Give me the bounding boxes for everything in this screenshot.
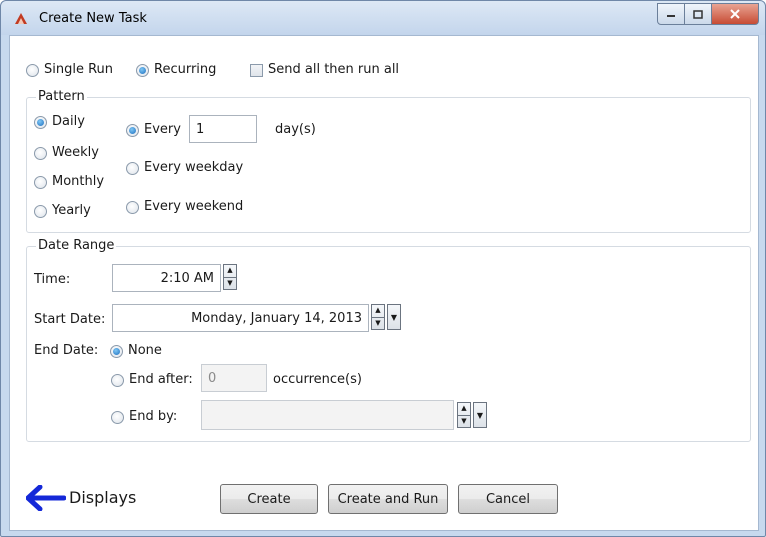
time-spinner[interactable]: ▲ ▼ — [223, 264, 237, 290]
every-weekend-radio[interactable] — [126, 201, 139, 214]
back-to-displays-link[interactable]: Displays — [26, 482, 156, 514]
app-logo-icon — [15, 13, 27, 24]
end-date-label: End Date: — [34, 343, 99, 358]
start-date-label: Start Date: — [34, 312, 106, 327]
spin-up-icon[interactable]: ▲ — [458, 403, 470, 416]
daily-radio[interactable] — [34, 116, 47, 129]
weekly-label: Weekly — [52, 145, 99, 160]
chevron-down-icon: ▼ — [476, 410, 484, 420]
spin-down-icon[interactable]: ▼ — [372, 318, 384, 330]
title-bar[interactable]: Create New Task — [1, 1, 765, 35]
spin-up-icon[interactable]: ▲ — [224, 265, 236, 278]
recurring-label: Recurring — [154, 62, 217, 77]
weekly-radio[interactable] — [34, 147, 47, 160]
send-all-label: Send all then run all — [268, 62, 400, 77]
daily-label: Daily — [52, 114, 85, 129]
end-after-value: 0 — [208, 371, 217, 386]
dialog-client-area: Single Run Recurring Send all then run a… — [9, 35, 759, 531]
cancel-button-label: Cancel — [485, 491, 531, 507]
end-none-radio[interactable] — [110, 345, 123, 358]
yearly-label: Yearly — [52, 203, 91, 218]
every-weekday-label: Every weekday — [144, 160, 244, 175]
start-date-spinner[interactable]: ▲ ▼ — [371, 304, 385, 330]
displays-label: Displays — [69, 488, 137, 507]
single-run-label: Single Run — [44, 62, 114, 77]
create-and-run-button-label: Create and Run — [337, 491, 439, 507]
end-by-radio[interactable] — [111, 411, 124, 424]
monthly-radio[interactable] — [34, 176, 47, 189]
end-by-date-input[interactable] — [201, 400, 454, 430]
monthly-label: Monthly — [52, 174, 105, 189]
spin-up-icon[interactable]: ▲ — [372, 305, 384, 318]
end-after-label: End after: — [129, 372, 193, 387]
end-after-input[interactable]: 0 — [201, 364, 267, 392]
start-date-value: Monday, January 14, 2013 — [191, 311, 362, 326]
end-after-radio[interactable] — [111, 374, 124, 387]
minimize-button[interactable] — [657, 3, 685, 25]
single-run-radio[interactable] — [26, 64, 39, 77]
spin-down-icon[interactable]: ▼ — [458, 416, 470, 428]
dialog-window: Create New Task Single Run Recurring Sen… — [0, 0, 766, 537]
every-weekday-radio[interactable] — [126, 162, 139, 175]
recurring-radio[interactable] — [136, 64, 149, 77]
end-by-spinner[interactable]: ▲ ▼ — [457, 402, 471, 428]
date-range-legend: Date Range — [36, 238, 117, 253]
create-button-label: Create — [247, 491, 291, 507]
close-button[interactable] — [712, 3, 759, 25]
end-by-dropdown[interactable]: ▼ — [473, 402, 487, 428]
every-days-value: 1 — [196, 122, 205, 137]
occurrences-label: occurrence(s) — [273, 372, 362, 387]
days-unit-label: day(s) — [275, 122, 316, 137]
spin-down-icon[interactable]: ▼ — [224, 278, 236, 290]
create-and-run-button[interactable]: Create and Run — [328, 484, 448, 514]
arrow-left-icon — [26, 485, 66, 511]
send-all-checkbox[interactable] — [250, 64, 263, 77]
time-label: Time: — [34, 272, 71, 287]
end-by-label: End by: — [129, 409, 178, 424]
window-title: Create New Task — [39, 11, 147, 26]
cancel-button[interactable]: Cancel — [458, 484, 558, 514]
maximize-button[interactable] — [685, 3, 712, 25]
pattern-legend: Pattern — [36, 89, 87, 104]
time-input[interactable]: 2:10 AM — [112, 264, 221, 292]
every-weekend-label: Every weekend — [144, 199, 244, 214]
create-button[interactable]: Create — [220, 484, 318, 514]
chevron-down-icon: ▼ — [390, 312, 398, 322]
maximize-icon — [693, 9, 703, 19]
every-label: Every — [144, 122, 181, 137]
every-n-days-radio[interactable] — [126, 124, 139, 137]
yearly-radio[interactable] — [34, 205, 47, 218]
end-none-label: None — [128, 343, 162, 358]
time-value: 2:10 AM — [160, 271, 214, 286]
minimize-icon — [667, 15, 675, 17]
every-days-input[interactable]: 1 — [189, 115, 257, 143]
close-icon — [730, 9, 740, 19]
start-date-input[interactable]: Monday, January 14, 2013 — [112, 304, 369, 332]
window-controls — [657, 3, 759, 25]
start-date-dropdown[interactable]: ▼ — [387, 304, 401, 330]
